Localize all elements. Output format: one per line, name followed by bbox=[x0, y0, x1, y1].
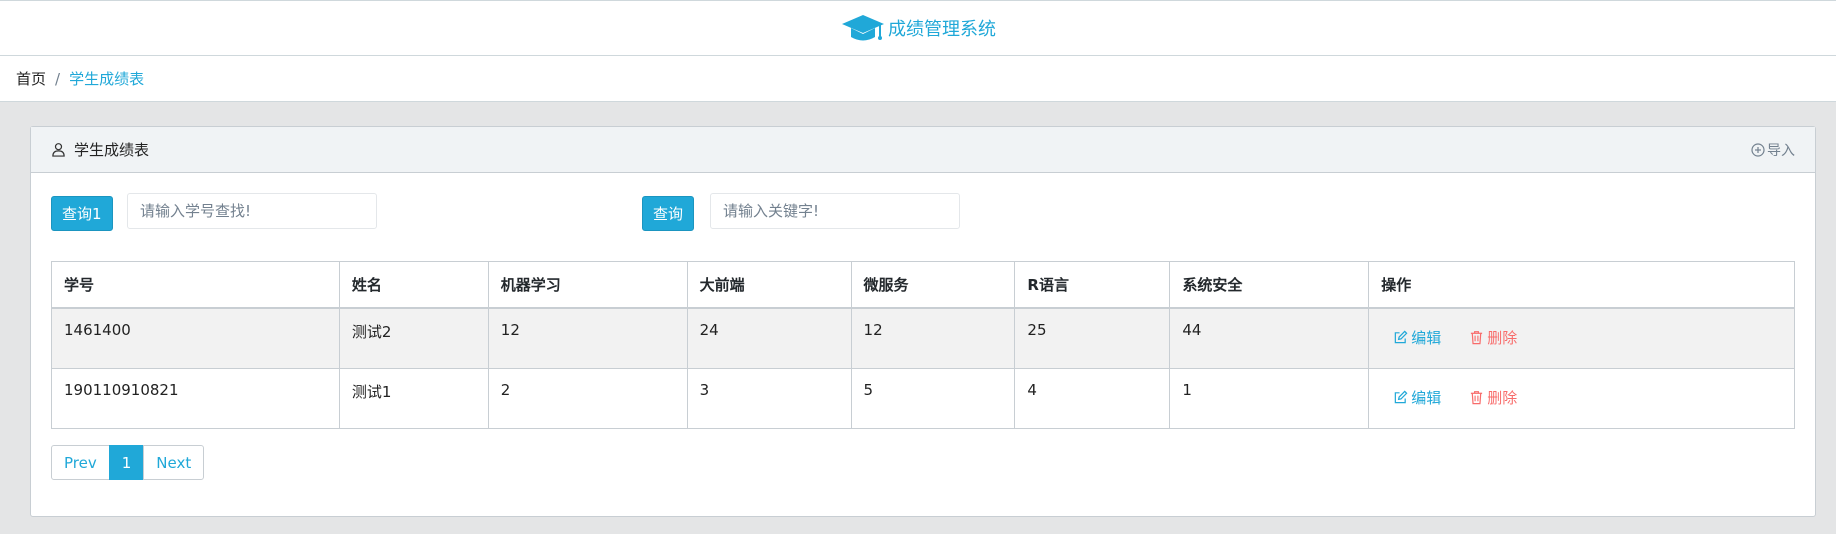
query1-button[interactable]: 查询1 bbox=[51, 196, 113, 231]
edit-label: 编辑 bbox=[1411, 329, 1442, 347]
pagination: Prev 1 Next bbox=[51, 445, 205, 480]
edit-icon bbox=[1394, 330, 1408, 344]
page-1-button[interactable]: 1 bbox=[108, 445, 145, 480]
header-system-security[interactable]: 系统安全 bbox=[1169, 261, 1370, 309]
table-header-row: 学号 姓名 机器学习 大前端 微服务 R语言 系统安全 操作 bbox=[51, 261, 1795, 309]
trash-icon bbox=[1471, 331, 1483, 345]
next-page-button[interactable]: Next bbox=[143, 445, 205, 480]
table-row: 1461400 测试2 12 24 12 25 44 编辑 删除 bbox=[51, 307, 1795, 369]
import-button[interactable]: 导入 bbox=[1751, 140, 1795, 160]
prev-page-button[interactable]: Prev bbox=[51, 445, 110, 480]
student-id-search-input[interactable] bbox=[127, 193, 377, 229]
cell-r-language: 25 bbox=[1014, 307, 1171, 369]
card-title-text: 学生成绩表 bbox=[74, 141, 150, 159]
app-brand[interactable]: 成绩管理系统 bbox=[840, 11, 996, 45]
delete-label: 删除 bbox=[1487, 388, 1518, 407]
header-name[interactable]: 姓名 bbox=[338, 261, 489, 309]
keyword-search-input[interactable] bbox=[710, 193, 960, 229]
graduation-cap-icon bbox=[842, 15, 884, 41]
cell-machine-learning: 2 bbox=[487, 367, 688, 429]
cell-system-security: 44 bbox=[1169, 307, 1370, 369]
cell-machine-learning: 12 bbox=[487, 307, 688, 369]
breadcrumb-home[interactable]: 首页 bbox=[16, 68, 46, 89]
search-row: 查询1 查询 bbox=[51, 193, 1795, 231]
delete-button[interactable]: 删除 bbox=[1469, 387, 1517, 408]
header-r-language[interactable]: R语言 bbox=[1014, 261, 1171, 309]
edit-button[interactable]: 编辑 bbox=[1393, 327, 1441, 348]
cell-student-id: 190110910821 bbox=[51, 367, 340, 429]
cell-name: 测试2 bbox=[338, 307, 489, 369]
user-icon bbox=[52, 143, 65, 157]
app-title: 成绩管理系统 bbox=[888, 19, 996, 40]
cell-r-language: 4 bbox=[1014, 367, 1171, 429]
delete-label: 删除 bbox=[1487, 329, 1518, 347]
breadcrumb-separator: / bbox=[55, 69, 61, 88]
cell-actions: 编辑 删除 bbox=[1368, 307, 1795, 369]
cell-actions: 编辑 删除 bbox=[1368, 367, 1795, 429]
scores-card: 学生成绩表 导入 查询1 查询 学号 姓名 机器学习 大前端 bbox=[30, 126, 1816, 517]
header-actions: 操作 bbox=[1368, 261, 1795, 309]
header-microservices[interactable]: 微服务 bbox=[850, 261, 1016, 309]
header-frontend[interactable]: 大前端 bbox=[686, 261, 852, 309]
cell-system-security: 1 bbox=[1169, 367, 1370, 429]
header-machine-learning[interactable]: 机器学习 bbox=[487, 261, 688, 309]
breadcrumb: 首页 / 学生成绩表 bbox=[0, 56, 1836, 102]
trash-icon bbox=[1471, 390, 1483, 404]
top-navbar: 成绩管理系统 bbox=[0, 0, 1836, 56]
card-header: 学生成绩表 导入 bbox=[31, 127, 1815, 173]
cell-microservices: 12 bbox=[850, 307, 1016, 369]
scores-table: 学号 姓名 机器学习 大前端 微服务 R语言 系统安全 操作 1461400 测… bbox=[51, 261, 1795, 429]
delete-button[interactable]: 删除 bbox=[1469, 327, 1517, 348]
edit-label: 编辑 bbox=[1411, 388, 1442, 407]
header-student-id[interactable]: 学号 bbox=[51, 261, 340, 309]
cell-student-id: 1461400 bbox=[51, 307, 340, 369]
cell-name: 测试1 bbox=[338, 367, 489, 429]
query-button[interactable]: 查询 bbox=[642, 196, 695, 231]
cell-frontend: 24 bbox=[686, 307, 852, 369]
card-title: 学生成绩表 bbox=[51, 139, 149, 160]
import-label: 导入 bbox=[1767, 142, 1795, 159]
cell-microservices: 5 bbox=[850, 367, 1016, 429]
table-row: 190110910821 测试1 2 3 5 4 1 编辑 删除 bbox=[51, 367, 1795, 429]
cell-frontend: 3 bbox=[686, 367, 852, 429]
breadcrumb-current: 学生成绩表 bbox=[69, 70, 145, 88]
plus-circle-icon bbox=[1751, 142, 1765, 157]
edit-icon bbox=[1394, 390, 1408, 403]
edit-button[interactable]: 编辑 bbox=[1393, 387, 1441, 408]
